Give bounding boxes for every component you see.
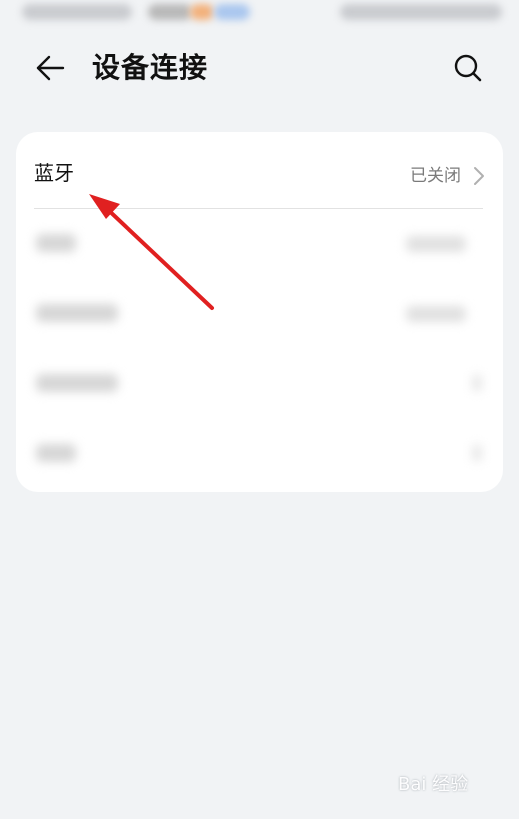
status-blur-mid [148,4,192,20]
blurred-label [36,234,76,252]
status-blur-blue [214,4,250,20]
blurred-value [406,236,466,252]
blurred-label [36,374,118,392]
search-button[interactable] [446,48,490,88]
page-title: 设备连接 [92,51,209,84]
blurred-chevron [472,374,482,392]
app-header: 设备连接 [0,38,519,98]
settings-card: 蓝牙 已关闭 [16,132,503,492]
chevron-right-icon [474,167,484,185]
bluetooth-row[interactable]: 蓝牙 已关闭 [16,138,503,208]
blurred-row-3[interactable] [16,348,503,418]
blurred-chevron [472,444,482,462]
status-bar [0,0,519,30]
bluetooth-label: 蓝牙 [34,161,74,185]
status-blur-right [340,4,502,20]
blurred-row-2[interactable] [16,278,503,348]
back-button[interactable] [28,50,72,86]
search-icon [454,54,482,82]
blurred-row-4[interactable] [16,418,503,488]
blurred-label [36,304,118,322]
blurred-row-1[interactable] [16,208,503,278]
arrow-left-icon [36,55,65,81]
status-blur-accent [190,4,214,20]
blurred-label [36,444,76,462]
blurred-value [406,306,466,322]
bluetooth-status: 已关闭 [410,166,461,186]
watermark-logo: Bai 经验 [398,774,469,795]
status-blur-left [22,4,132,20]
